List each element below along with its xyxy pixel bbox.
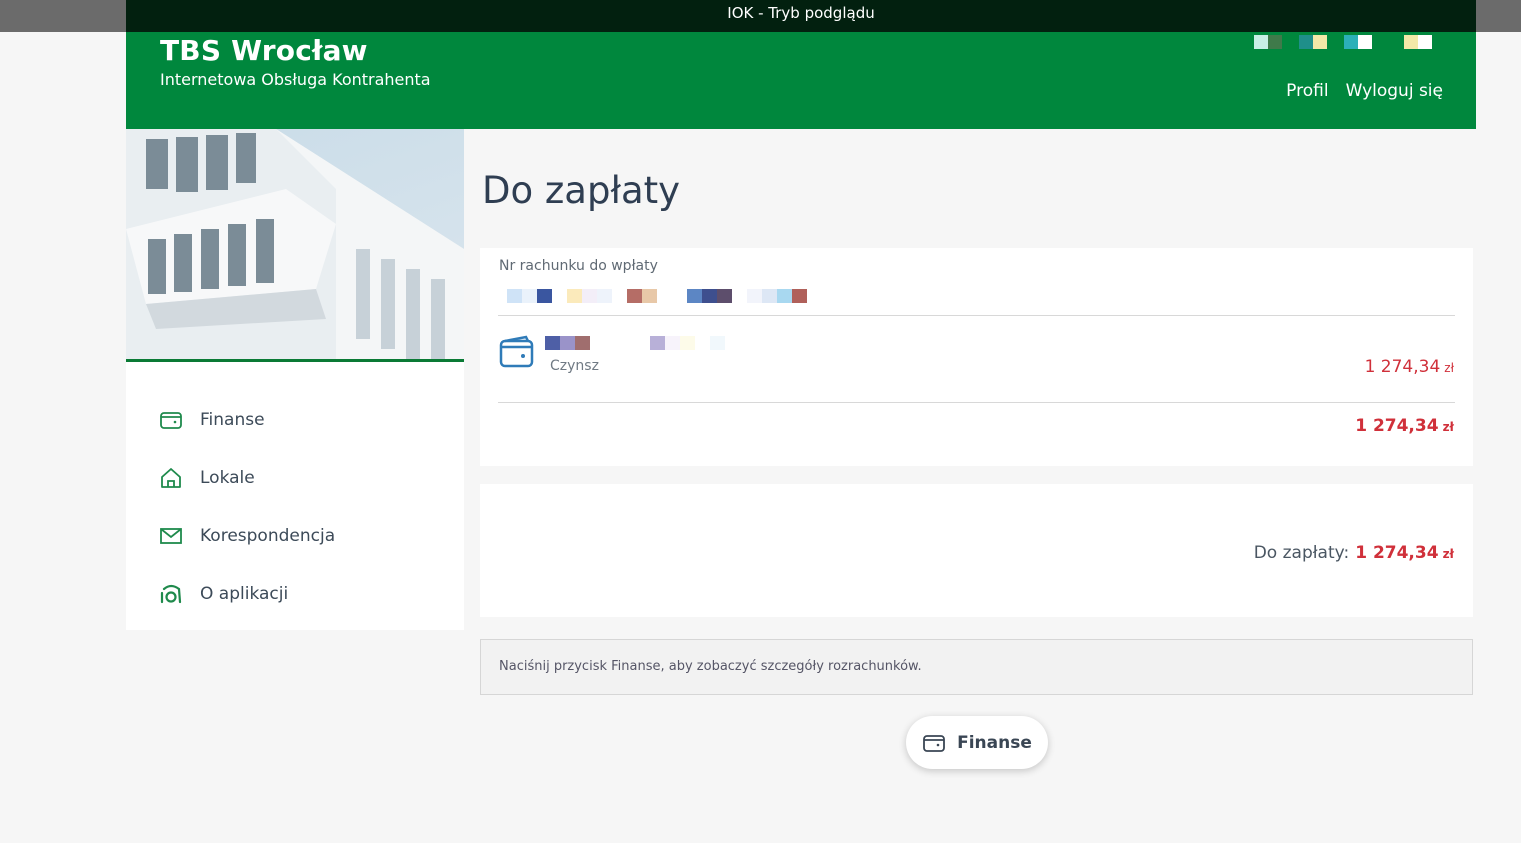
app-header: TBS Wrocław Internetowa Obsługa Kontrahe… — [126, 32, 1476, 129]
item-name: Czynsz — [550, 358, 599, 374]
page-title: Do zapłaty — [482, 169, 681, 212]
envelope-icon — [160, 528, 182, 544]
home-icon — [161, 468, 181, 488]
wallet-icon — [499, 335, 534, 368]
sidebar-menu: Finanse Lokale Korespondencja O aplikacj… — [126, 362, 464, 623]
total-currency: zł — [1442, 547, 1454, 561]
item-amount-currency: zł — [1444, 361, 1454, 375]
profile-link[interactable]: Profil — [1286, 81, 1328, 101]
sidebar-item-label: Korespondencja — [200, 526, 336, 546]
sidebar-item-korespondencja[interactable]: Korespondencja — [126, 507, 464, 565]
finanse-button-label: Finanse — [957, 732, 1032, 753]
account-number-redacted — [507, 289, 817, 304]
item-title-redacted — [545, 336, 745, 350]
sum-amount: 1 274,34 zł — [1355, 416, 1454, 436]
total-card: Do zapłaty: 1 274,34 zł — [480, 484, 1473, 617]
sidebar-item-finanse[interactable]: Finanse — [126, 391, 464, 449]
sum-amount-value: 1 274,34 — [1355, 416, 1439, 436]
sidebar-item-label: Finanse — [200, 410, 265, 430]
sidebar-item-lokale[interactable]: Lokale — [126, 449, 464, 507]
logout-link[interactable]: Wyloguj się — [1346, 81, 1443, 101]
wallet-icon — [923, 734, 946, 752]
divider — [498, 402, 1455, 403]
user-name-redacted — [1240, 32, 1478, 52]
total-label: Do zapłaty: — [1253, 543, 1350, 563]
finanse-button[interactable]: Finanse — [906, 716, 1048, 769]
sum-amount-currency: zł — [1442, 420, 1454, 434]
item-amount-value: 1 274,34 — [1364, 357, 1441, 377]
brand-subtitle: Internetowa Obsługa Kontrahenta — [160, 70, 431, 89]
wallet-icon — [160, 412, 182, 429]
divider — [498, 315, 1455, 316]
info-icon — [160, 584, 182, 604]
account-label: Nr rachunku do wpłaty — [499, 258, 658, 274]
sidebar-item-label: O aplikacji — [200, 584, 289, 604]
total-row: Do zapłaty: 1 274,34 zł — [1254, 543, 1454, 563]
sidebar: Finanse Lokale Korespondencja O aplikacj… — [126, 129, 464, 630]
payment-card: Nr rachunku do wpłaty Czynsz 1 274,34 zł… — [480, 248, 1473, 466]
preview-mode-bar: IOK - Tryb podglądu — [126, 0, 1476, 32]
sidebar-item-o-aplikacji[interactable]: O aplikacji — [126, 565, 464, 623]
item-amount: 1 274,34 zł — [1365, 357, 1454, 377]
total-amount: 1 274,34 — [1355, 543, 1439, 563]
building-photo — [126, 129, 464, 362]
sidebar-item-label: Lokale — [200, 468, 255, 488]
brand-title[interactable]: TBS Wrocław — [160, 34, 368, 67]
info-message: Naciśnij przycisk Finanse, aby zobaczyć … — [480, 639, 1473, 695]
top-strip-right — [1476, 0, 1521, 32]
main-content: Do zapłaty Nr rachunku do wpłaty Czynsz … — [480, 129, 1473, 695]
header-nav: Profil Wyloguj się — [1286, 81, 1443, 101]
top-strip-left — [0, 0, 126, 32]
